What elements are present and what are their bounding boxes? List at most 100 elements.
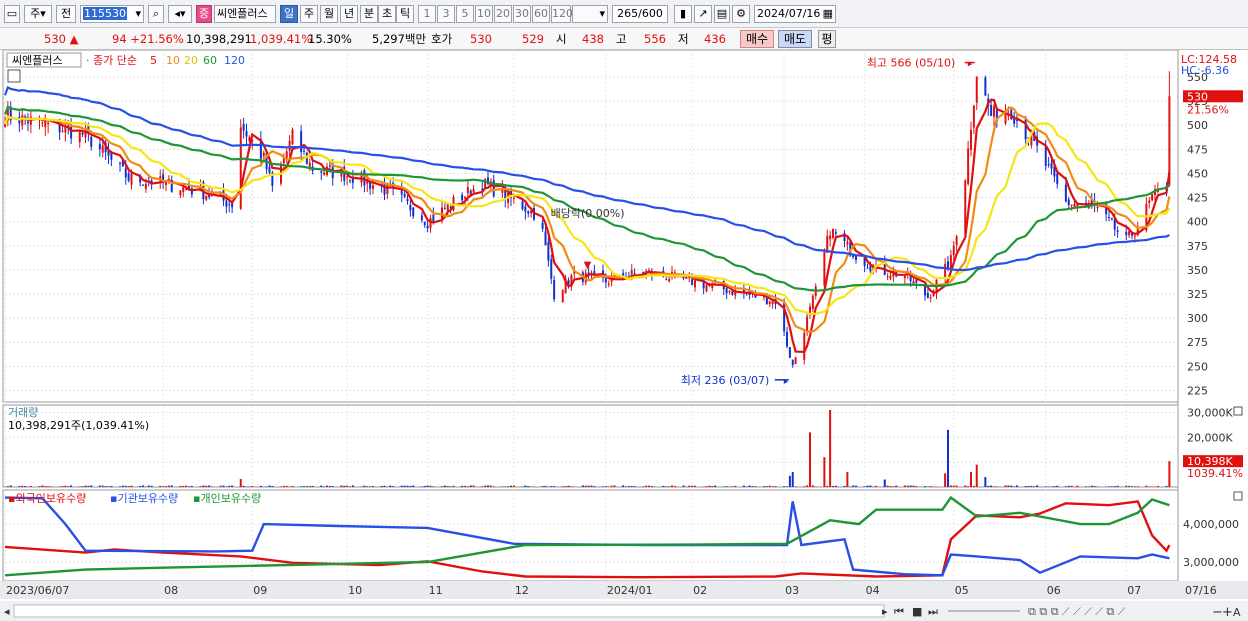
font-size-icon[interactable]: A <box>1233 606 1241 619</box>
candle-body <box>472 189 475 193</box>
candle-body <box>144 183 147 189</box>
buy-button[interactable]: 매수 <box>740 30 774 48</box>
volume-bar <box>170 485 173 487</box>
date-field[interactable]: 2024/07/16 ▦ <box>754 5 836 23</box>
range-1-button[interactable]: 1 <box>418 5 436 23</box>
holdings-close-icon[interactable] <box>1233 491 1243 501</box>
range-20-button[interactable]: 20 <box>494 5 512 23</box>
table-toggle-icon[interactable] <box>7 69 21 83</box>
volume-bar <box>1108 486 1110 487</box>
zoom-in-icon[interactable]: + <box>1222 605 1233 620</box>
volume-bar <box>610 485 613 487</box>
nav-first-icon[interactable]: ⏮ <box>894 605 904 618</box>
tool-icons[interactable]: ⧉ ⧉ ⧉ ⟋ ⟋ ⟋ ⟋ ⧉ ⟋ <box>1028 605 1126 618</box>
candle-body <box>119 162 121 164</box>
interval-minute-button[interactable]: 분 <box>360 5 378 23</box>
range-3-button[interactable]: 3 <box>437 5 455 23</box>
date-tick-label: 09 <box>253 584 267 597</box>
volume-bar <box>604 486 607 487</box>
candle-body <box>970 129 972 150</box>
volume-tick-label: 20,000K <box>1187 431 1233 444</box>
range-30-button[interactable]: 30 <box>513 5 531 23</box>
range-60-button[interactable]: 60 <box>532 5 550 23</box>
volume-bar <box>829 409 832 487</box>
volume-bar <box>1007 485 1010 487</box>
count-total: /600 <box>638 7 663 20</box>
interval-year-button[interactable]: 년 <box>340 5 358 23</box>
nav-last-icon[interactable]: ⏭ <box>928 605 938 618</box>
candle-body <box>441 207 443 219</box>
volume-bar <box>1085 486 1087 487</box>
sell-button[interactable]: 매도 <box>778 30 812 48</box>
indicator-icon[interactable]: ↗ <box>694 5 712 23</box>
range-custom-select[interactable]: ▾ <box>572 5 608 23</box>
legend-ma-prefix: · 종가 단순 <box>86 54 137 67</box>
volume-bar <box>61 486 64 487</box>
candle-body <box>1004 113 1007 124</box>
volume-bar <box>1056 485 1059 487</box>
search-icon[interactable]: ⌕ <box>148 5 164 23</box>
holdings-tick-label: 3,000,000 <box>1183 556 1239 569</box>
candle-type-icon[interactable]: ▮ <box>674 5 692 23</box>
candle-body <box>142 184 144 186</box>
interval-month-button[interactable]: 월 <box>320 5 338 23</box>
volume-bar <box>765 486 768 487</box>
candle-body <box>524 206 527 212</box>
window-menu-icon[interactable]: ▭ <box>4 5 20 23</box>
volume-bar <box>832 485 834 487</box>
hc-label: HC:-6.36 <box>1181 64 1229 77</box>
volume-bar <box>343 485 346 487</box>
range-120-button[interactable]: 120 <box>551 5 573 23</box>
candle-body <box>432 214 435 222</box>
volume-bar <box>190 485 193 487</box>
volume-bar <box>242 485 245 487</box>
volume-bar <box>1131 486 1133 487</box>
speaker-icon[interactable]: ◂▾ <box>168 5 192 23</box>
candle-body <box>61 130 64 132</box>
volume-bar <box>1110 486 1113 487</box>
volume-bar <box>814 486 817 487</box>
volume-panel <box>4 409 1171 487</box>
gear-icon[interactable]: ⚙ <box>732 5 750 23</box>
volume-bar <box>1096 486 1099 487</box>
legend-ma-5: 5 <box>150 54 157 67</box>
nav-stop-icon[interactable]: ■ <box>912 605 922 618</box>
candle-body <box>926 293 929 298</box>
prev-button[interactable]: 전 <box>56 5 76 23</box>
interval-week-button[interactable]: 주 <box>300 5 318 23</box>
volume-bar <box>1116 485 1119 487</box>
candle-body <box>47 122 50 125</box>
volume-tick-label: 30,000K <box>1187 406 1233 419</box>
period-type-select[interactable]: 주▾ <box>24 5 52 23</box>
average-button[interactable]: 평 <box>818 30 836 48</box>
count-field[interactable]: 265/600 <box>612 5 668 23</box>
save-icon[interactable]: ▤ <box>714 5 730 23</box>
volume-bar <box>550 486 553 487</box>
interval-second-button[interactable]: 초 <box>378 5 396 23</box>
volume-bar <box>650 486 653 487</box>
candle-body <box>544 231 547 246</box>
range-5-button[interactable]: 5 <box>456 5 474 23</box>
volume-title: 거래량 <box>8 406 38 419</box>
candle-body <box>27 121 29 124</box>
candle-body <box>262 152 265 157</box>
candle-body <box>886 276 889 278</box>
volume-bar <box>915 486 918 487</box>
volume-bar <box>205 485 208 487</box>
interval-tick-button[interactable]: 틱 <box>396 5 414 23</box>
scroll-thumb[interactable] <box>13 604 885 618</box>
volume-bar <box>464 485 466 487</box>
volume-close-icon[interactable] <box>1233 406 1243 416</box>
volume-bar <box>372 485 374 487</box>
interval-day-button[interactable]: 일 <box>280 5 298 23</box>
range-10-button[interactable]: 10 <box>475 5 493 23</box>
stock-tag-badge: 증 <box>196 5 212 23</box>
scroll-left-icon[interactable]: ◂ <box>4 605 10 618</box>
stock-code-input[interactable]: 115530 ▾ <box>80 5 144 23</box>
calendar-icon[interactable]: ▦ <box>823 6 835 22</box>
volume-bar <box>1113 486 1116 487</box>
scroll-right-icon[interactable]: ▸ <box>882 605 888 618</box>
candle-body <box>78 130 81 143</box>
holdings-tick-label: 4,000,000 <box>1183 518 1239 531</box>
up-arrow-icon: ▲ <box>69 32 79 46</box>
